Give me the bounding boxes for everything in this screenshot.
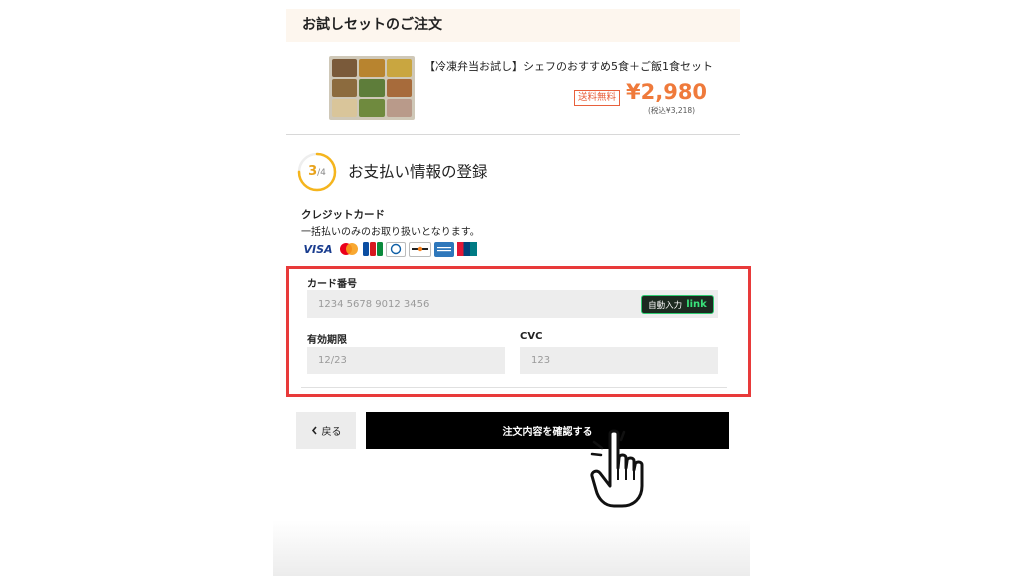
- lump-sum-note: 一括払いのみのお取り扱いとなります。: [301, 227, 480, 238]
- product-image: [329, 56, 415, 120]
- card-number-label: カード番号: [307, 279, 357, 290]
- card-brand-logos: VISA: [301, 241, 477, 257]
- diners-club-logo: [386, 241, 406, 257]
- free-shipping-badge: 送料無料: [574, 90, 621, 106]
- back-button[interactable]: 戻る: [296, 412, 356, 449]
- cvc-input[interactable]: [520, 347, 718, 374]
- discover-logo: [409, 241, 431, 257]
- unionpay-logo: [457, 242, 477, 257]
- expiry-label: 有効期限: [307, 335, 347, 346]
- order-section-header: お試しセットのご注文: [286, 9, 740, 42]
- step-current: 3: [308, 164, 318, 179]
- cvc-label: CVC: [520, 331, 543, 342]
- credit-card-heading: クレジットカード: [301, 209, 385, 221]
- product-price: ¥2,980: [626, 80, 708, 104]
- product-name: 【冷凍弁当お試し】シェフのおすすめ5食＋ご飯1食セット: [424, 60, 713, 73]
- tax-included-price: (税込¥3,218): [648, 106, 696, 115]
- section-divider: [286, 134, 740, 135]
- form-divider: [301, 387, 727, 388]
- expiry-input[interactable]: [307, 347, 505, 374]
- visa-logo: VISA: [303, 242, 333, 256]
- chevron-left-icon: [311, 426, 317, 435]
- autofill-label: 自動入力: [648, 300, 683, 311]
- back-label: 戻る: [321, 427, 342, 438]
- link-autofill-button[interactable]: 自動入力 link: [641, 295, 714, 314]
- step-total: /4: [317, 168, 326, 178]
- amex-logo: [434, 241, 454, 257]
- payment-section-title: お支払い情報の登録: [348, 163, 488, 181]
- link-label: link: [686, 299, 707, 310]
- jcb-logo: [363, 242, 383, 257]
- confirm-order-button[interactable]: 注文内容を確認する: [366, 412, 729, 449]
- pointing-hand-icon: [590, 429, 644, 508]
- step-indicator: 3/4: [297, 152, 337, 192]
- mastercard-logo: [338, 242, 360, 257]
